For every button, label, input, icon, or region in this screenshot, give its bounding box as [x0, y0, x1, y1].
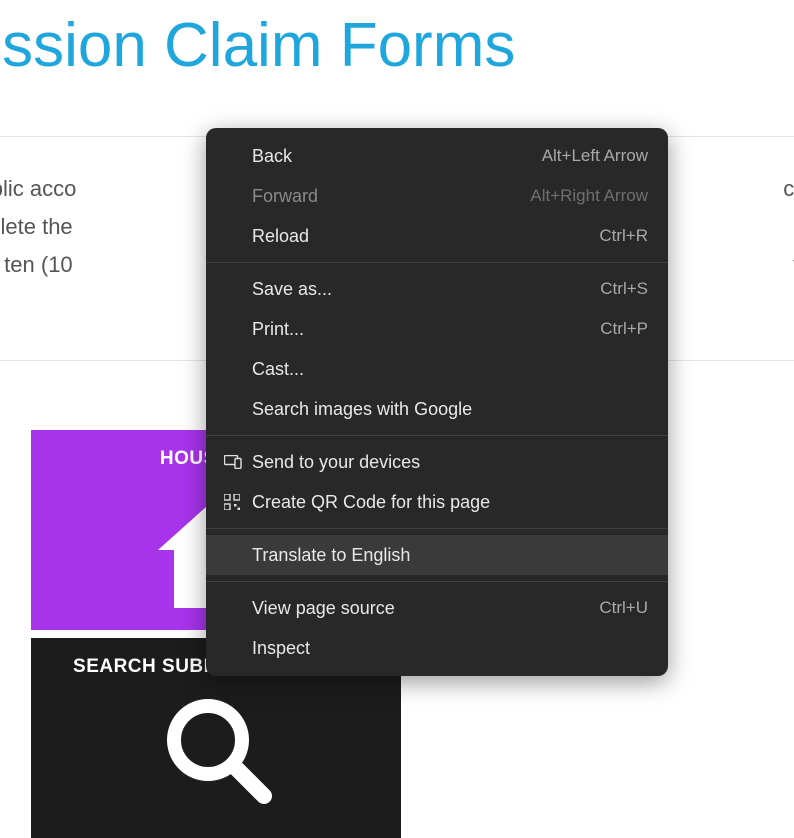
context-menu-item-label: Save as... — [252, 279, 600, 300]
context-menu-item-qr[interactable]: Create QR Code for this page — [206, 482, 668, 522]
context-menu-item-label: Print... — [252, 319, 600, 340]
context-menu-item-save-as[interactable]: Save as...Ctrl+S — [206, 269, 668, 309]
context-menu[interactable]: BackAlt+Left ArrowForwardAlt+Right Arrow… — [206, 128, 668, 676]
devices-icon — [224, 455, 252, 469]
context-menu-item-cast[interactable]: Cast... — [206, 349, 668, 389]
context-menu-item-label: Send to your devices — [252, 452, 648, 473]
context-menu-separator — [206, 528, 668, 529]
context-menu-item-shortcut: Ctrl+S — [600, 279, 648, 299]
context-menu-item-label: View page source — [252, 598, 599, 619]
context-menu-item-label: Reload — [252, 226, 599, 247]
context-menu-item-label: Create QR Code for this page — [252, 492, 648, 513]
text-fragment: cause of you — [783, 170, 794, 208]
context-menu-separator — [206, 435, 668, 436]
context-menu-separator — [206, 581, 668, 582]
context-menu-item-inspect[interactable]: Inspect — [206, 628, 668, 668]
context-menu-item-shortcut: Ctrl+R — [599, 226, 648, 246]
context-menu-separator — [206, 262, 668, 263]
qr-icon — [224, 494, 252, 510]
context-menu-item-label: Forward — [252, 186, 530, 207]
context-menu-item-label: Inspect — [252, 638, 648, 659]
text-fragment: sing, or public acco — [0, 170, 76, 208]
context-menu-item-shortcut: Ctrl+P — [600, 319, 648, 339]
context-menu-item-label: Search images with Google — [252, 399, 648, 420]
context-menu-item-forward: ForwardAlt+Right Arrow — [206, 176, 668, 216]
context-menu-item-translate[interactable]: Translate to English — [206, 535, 668, 575]
page-title: mmission Claim Forms — [0, 10, 515, 81]
context-menu-item-shortcut: Alt+Right Arrow — [530, 186, 648, 206]
context-menu-item-search-img[interactable]: Search images with Google — [206, 389, 668, 429]
search-icon — [156, 688, 276, 808]
context-menu-item-back[interactable]: BackAlt+Left Arrow — [206, 136, 668, 176]
context-menu-item-reload[interactable]: ReloadCtrl+R — [206, 216, 668, 256]
text-fragment: t you within ten (10 — [0, 246, 73, 284]
context-menu-item-shortcut: Alt+Left Arrow — [542, 146, 648, 166]
context-menu-item-label: Back — [252, 146, 542, 167]
context-menu-item-shortcut: Ctrl+U — [599, 598, 648, 618]
context-menu-item-label: Translate to English — [252, 545, 648, 566]
context-menu-item-send-dev[interactable]: Send to your devices — [206, 442, 668, 482]
context-menu-item-label: Cast... — [252, 359, 648, 380]
text-fragment: lease complete the — [0, 214, 73, 239]
context-menu-item-view-src[interactable]: View page sourceCtrl+U — [206, 588, 668, 628]
context-menu-item-print[interactable]: Print...Ctrl+P — [206, 309, 668, 349]
